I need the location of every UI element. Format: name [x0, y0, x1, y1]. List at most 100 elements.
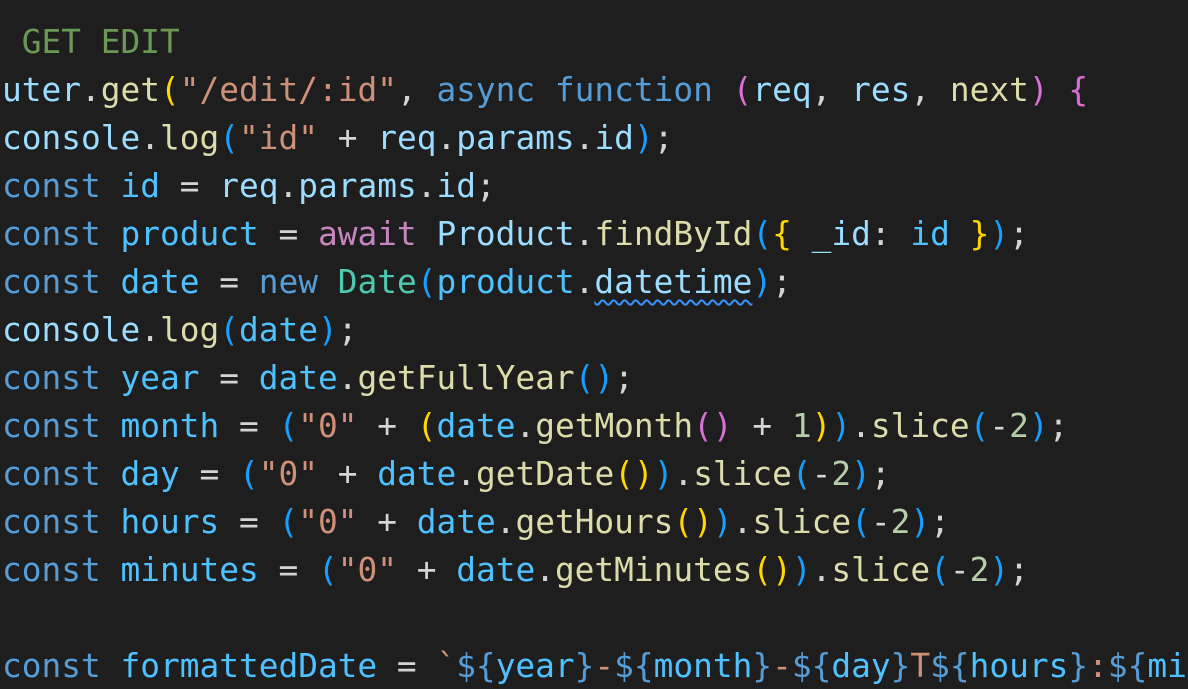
code-token: slice	[752, 503, 852, 541]
code-token: }	[574, 647, 595, 685]
code-token: console	[2, 119, 141, 157]
code-token: log	[159, 311, 220, 349]
code-token: const	[2, 359, 101, 397]
code-token: +	[357, 407, 417, 445]
code-line[interactable]: const id = req.params.id;	[2, 162, 1187, 210]
code-token: "0"	[337, 551, 397, 589]
code-token: month	[120, 407, 220, 445]
code-line[interactable]: ​	[2, 594, 1187, 642]
code-token: req	[752, 71, 812, 109]
code-token: day	[120, 455, 180, 493]
code-token: (	[969, 407, 990, 445]
code-token: .	[574, 263, 595, 301]
code-token: next	[949, 71, 1029, 109]
code-token: (	[791, 455, 812, 493]
code-token: slice	[831, 551, 931, 589]
code-token: 1	[791, 407, 812, 445]
code-token: (	[238, 455, 259, 493]
code-line[interactable]: const hours = ("0" + date.getHours()).sl…	[2, 498, 1187, 546]
code-token: const	[2, 455, 101, 493]
code-token: -	[989, 407, 1010, 445]
code-token: .	[80, 71, 101, 109]
code-token: const	[2, 551, 101, 589]
code-token: ()	[574, 359, 615, 397]
code-token: slice	[693, 455, 792, 493]
code-token: =	[258, 551, 318, 589]
code-line[interactable]: const date = new Date(product.datetime);	[2, 258, 1187, 306]
code-token: .	[140, 119, 160, 157]
code-token: "0"	[298, 503, 358, 541]
code-token: ()	[693, 407, 733, 445]
code-token: ;	[772, 263, 792, 301]
code-line[interactable]: const month = ("0" + (date.getMonth() + …	[2, 402, 1187, 450]
code-token: const	[2, 647, 101, 685]
code-line[interactable]: GET EDIT	[2, 18, 1187, 66]
code-token: (	[416, 407, 437, 445]
code-token: )	[752, 263, 773, 301]
code-token: (	[732, 71, 753, 109]
code-token: )	[317, 311, 338, 349]
code-token: =	[199, 359, 259, 397]
code-token: formattedDate	[120, 647, 378, 685]
code-token: log	[159, 119, 220, 157]
code-token: -	[949, 551, 970, 589]
code-token: ;	[653, 119, 674, 157]
code-token: slice	[870, 407, 970, 445]
code-token: (	[278, 407, 299, 445]
code-token: day	[831, 647, 891, 685]
code-line[interactable]: console.log(date);	[2, 306, 1187, 354]
code-token: Product	[436, 215, 575, 253]
code-token: get	[100, 71, 160, 109]
code-token: date	[436, 407, 516, 445]
code-token: getDate	[475, 455, 615, 493]
code-token: const	[2, 263, 101, 301]
code-token-with-warning: datetime	[594, 263, 753, 301]
code-token: }	[969, 215, 990, 253]
code-text-area[interactable]: GET EDIT uter.get("/edit/:id", async func…	[2, 18, 1187, 689]
code-line[interactable]: uter.get("/edit/:id", async function (re…	[2, 66, 1187, 114]
code-token: (	[159, 71, 180, 109]
code-token: getFullYear	[357, 359, 575, 397]
code-token: =	[258, 215, 318, 253]
code-line[interactable]: const formattedDate = `${year}-${month}-…	[2, 642, 1187, 689]
code-line[interactable]: const year = date.getFullYear();	[2, 354, 1187, 402]
code-token: +	[732, 407, 792, 445]
code-token: id	[910, 215, 950, 253]
code-token: =	[179, 455, 239, 493]
code-token: ${	[930, 647, 970, 685]
code-token: ,	[811, 71, 852, 109]
code-token: .	[495, 503, 516, 541]
code-token: function	[554, 71, 713, 109]
code-line[interactable]: console.log("id" + req.params.id);	[2, 114, 1187, 162]
code-token: ()	[673, 503, 713, 541]
code-token: ${	[456, 647, 496, 685]
code-token: .	[337, 359, 358, 397]
code-token: ,	[396, 71, 437, 109]
code-token: const	[2, 503, 101, 541]
code-token: date	[120, 263, 200, 301]
code-token: 2	[1009, 407, 1029, 445]
code-token: )	[811, 407, 832, 445]
code-token: )	[989, 215, 1010, 253]
code-token: 2	[890, 503, 911, 541]
code-line[interactable]: const day = ("0" + date.getDate()).slice…	[2, 450, 1187, 498]
code-token: -	[772, 647, 792, 685]
code-token: )	[1028, 407, 1049, 445]
code-token: getMinutes	[554, 551, 753, 589]
code-editor[interactable]: GET EDIT uter.get("/edit/:id", async func…	[0, 0, 1188, 689]
code-token: {	[772, 215, 792, 253]
code-line[interactable]: const minutes = ("0" + date.getMinutes()…	[2, 546, 1187, 594]
code-token: =	[159, 167, 220, 205]
code-token: id	[120, 167, 160, 205]
code-line[interactable]: const product = await Product.findById({…	[2, 210, 1187, 258]
code-token: }	[890, 647, 911, 685]
code-token: await	[317, 215, 417, 253]
